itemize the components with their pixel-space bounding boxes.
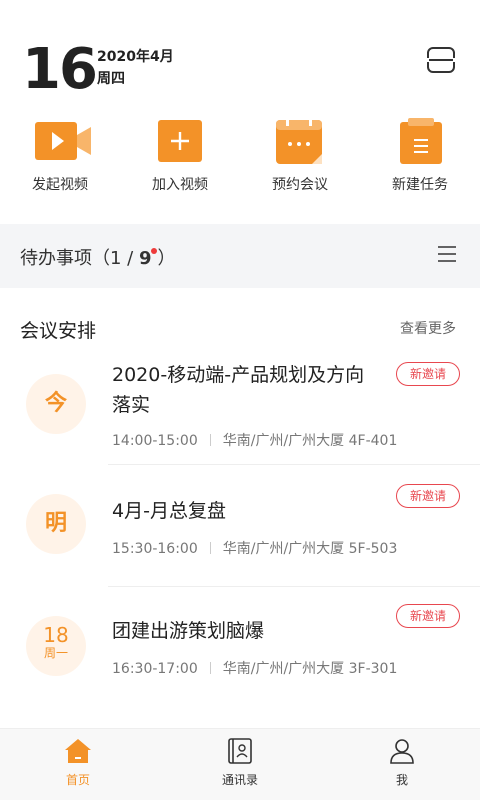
meta-separator [209, 662, 211, 674]
contacts-book-icon [226, 737, 254, 765]
plus-square-icon [155, 118, 205, 164]
new-invite-badge: 新邀请 [396, 362, 460, 386]
tab-me-label: 我 [395, 773, 408, 787]
tab-contacts-label: 通讯录 [221, 773, 258, 787]
meta-separator [209, 542, 211, 554]
meeting-meta: 14:00-15:00 华南/广州/广州大厦 4F-401 [112, 430, 397, 450]
meeting-time: 16:30-17:00 [112, 661, 198, 677]
day-badge: 明 [26, 494, 86, 554]
meeting-item[interactable]: 明 4月-月总复盘 15:30-16:00 华南/广州/广州大厦 5F-503 新… [0, 484, 480, 574]
tab-contacts[interactable]: 通讯录 [190, 737, 290, 788]
join-video-label: 加入视频 [152, 177, 208, 193]
date-weekday: 周四 [97, 71, 125, 87]
divider [108, 586, 480, 587]
menu-icon[interactable] [438, 246, 456, 262]
meeting-time: 15:30-16:00 [112, 541, 198, 557]
meetings-title: 会议安排 [20, 320, 97, 342]
todo-slash: / [121, 248, 139, 269]
todo-bar[interactable]: 待办事项（1 / 9） [0, 224, 480, 288]
start-video-label: 发起视频 [32, 177, 88, 193]
meeting-location: 华南/广州/广州大厦 4F-401 [222, 433, 398, 449]
calendar-dots-icon [275, 118, 325, 164]
video-camera-icon [35, 118, 91, 164]
tab-home-label: 首页 [65, 773, 90, 787]
user-icon [388, 737, 416, 765]
tab-home[interactable]: 首页 [28, 737, 128, 788]
start-video-button[interactable]: 发起视频 [10, 118, 110, 194]
meta-separator [209, 434, 211, 446]
header: 16 2020年4月 周四 发起视频 加入视频 预约会议 新建任务 [0, 0, 480, 225]
day-badge: 18 周一 [26, 616, 86, 676]
tab-bar: 首页 通讯录 我 [0, 728, 480, 800]
todo-label: 待办事项 [20, 248, 92, 269]
date-day: 16 [22, 37, 98, 102]
new-task-label: 新建任务 [392, 177, 448, 193]
todo-title: 待办事项（1 / 9） [20, 244, 176, 270]
home-icon [64, 737, 92, 765]
day-badge-weekday: 周一 [43, 646, 68, 660]
day-badge-text: 明 [44, 511, 67, 536]
date-year-month: 2020年4月 [97, 49, 174, 65]
todo-done-count: 1 [110, 248, 122, 269]
todo-total-count: 9 [138, 248, 152, 269]
meeting-title: 团建出游策划脑爆 [112, 620, 265, 642]
quick-actions: 发起视频 加入视频 预约会议 新建任务 [0, 118, 480, 198]
meeting-meta: 15:30-16:00 华南/广州/广州大厦 5F-503 [112, 538, 397, 558]
day-badge-text: 今 [44, 391, 67, 416]
tab-me[interactable]: 我 [352, 737, 452, 788]
meeting-time: 14:00-15:00 [112, 433, 198, 449]
day-badge-number: 18 [43, 623, 69, 647]
new-task-button[interactable]: 新建任务 [370, 118, 470, 194]
unread-dot [150, 248, 157, 254]
new-invite-badge: 新邀请 [396, 604, 460, 628]
meeting-title: 4月-月总复盘 [112, 500, 226, 522]
meeting-item[interactable]: 18 周一 团建出游策划脑爆 16:30-17:00 华南/广州/广州大厦 3F-… [0, 604, 480, 694]
meeting-item[interactable]: 今 2020-移动端-产品规划及方向落实 14:00-15:00 华南/广州/广州… [0, 360, 480, 470]
schedule-meeting-button[interactable]: 预约会议 [250, 118, 350, 194]
day-badge: 今 [26, 374, 86, 434]
view-more-link[interactable]: 查看更多 [400, 318, 456, 338]
join-video-button[interactable]: 加入视频 [130, 118, 230, 194]
task-list-icon [395, 118, 445, 164]
meeting-location: 华南/广州/广州大厦 3F-301 [222, 661, 398, 677]
meeting-meta: 16:30-17:00 华南/广州/广州大厦 3F-301 [112, 658, 397, 678]
meeting-title: 2020-移动端-产品规划及方向落实 [112, 364, 365, 416]
meeting-location: 华南/广州/广州大厦 5F-503 [222, 541, 398, 557]
schedule-meeting-label: 预约会议 [272, 177, 328, 193]
todo-close-paren: ） [157, 248, 176, 269]
divider [108, 464, 480, 465]
new-invite-badge: 新邀请 [396, 484, 460, 508]
meetings-card: 会议安排 查看更多 今 2020-移动端-产品规划及方向落实 14:00-15:… [0, 288, 480, 728]
scan-icon[interactable] [426, 45, 456, 75]
todo-open-paren: （ [92, 248, 110, 269]
